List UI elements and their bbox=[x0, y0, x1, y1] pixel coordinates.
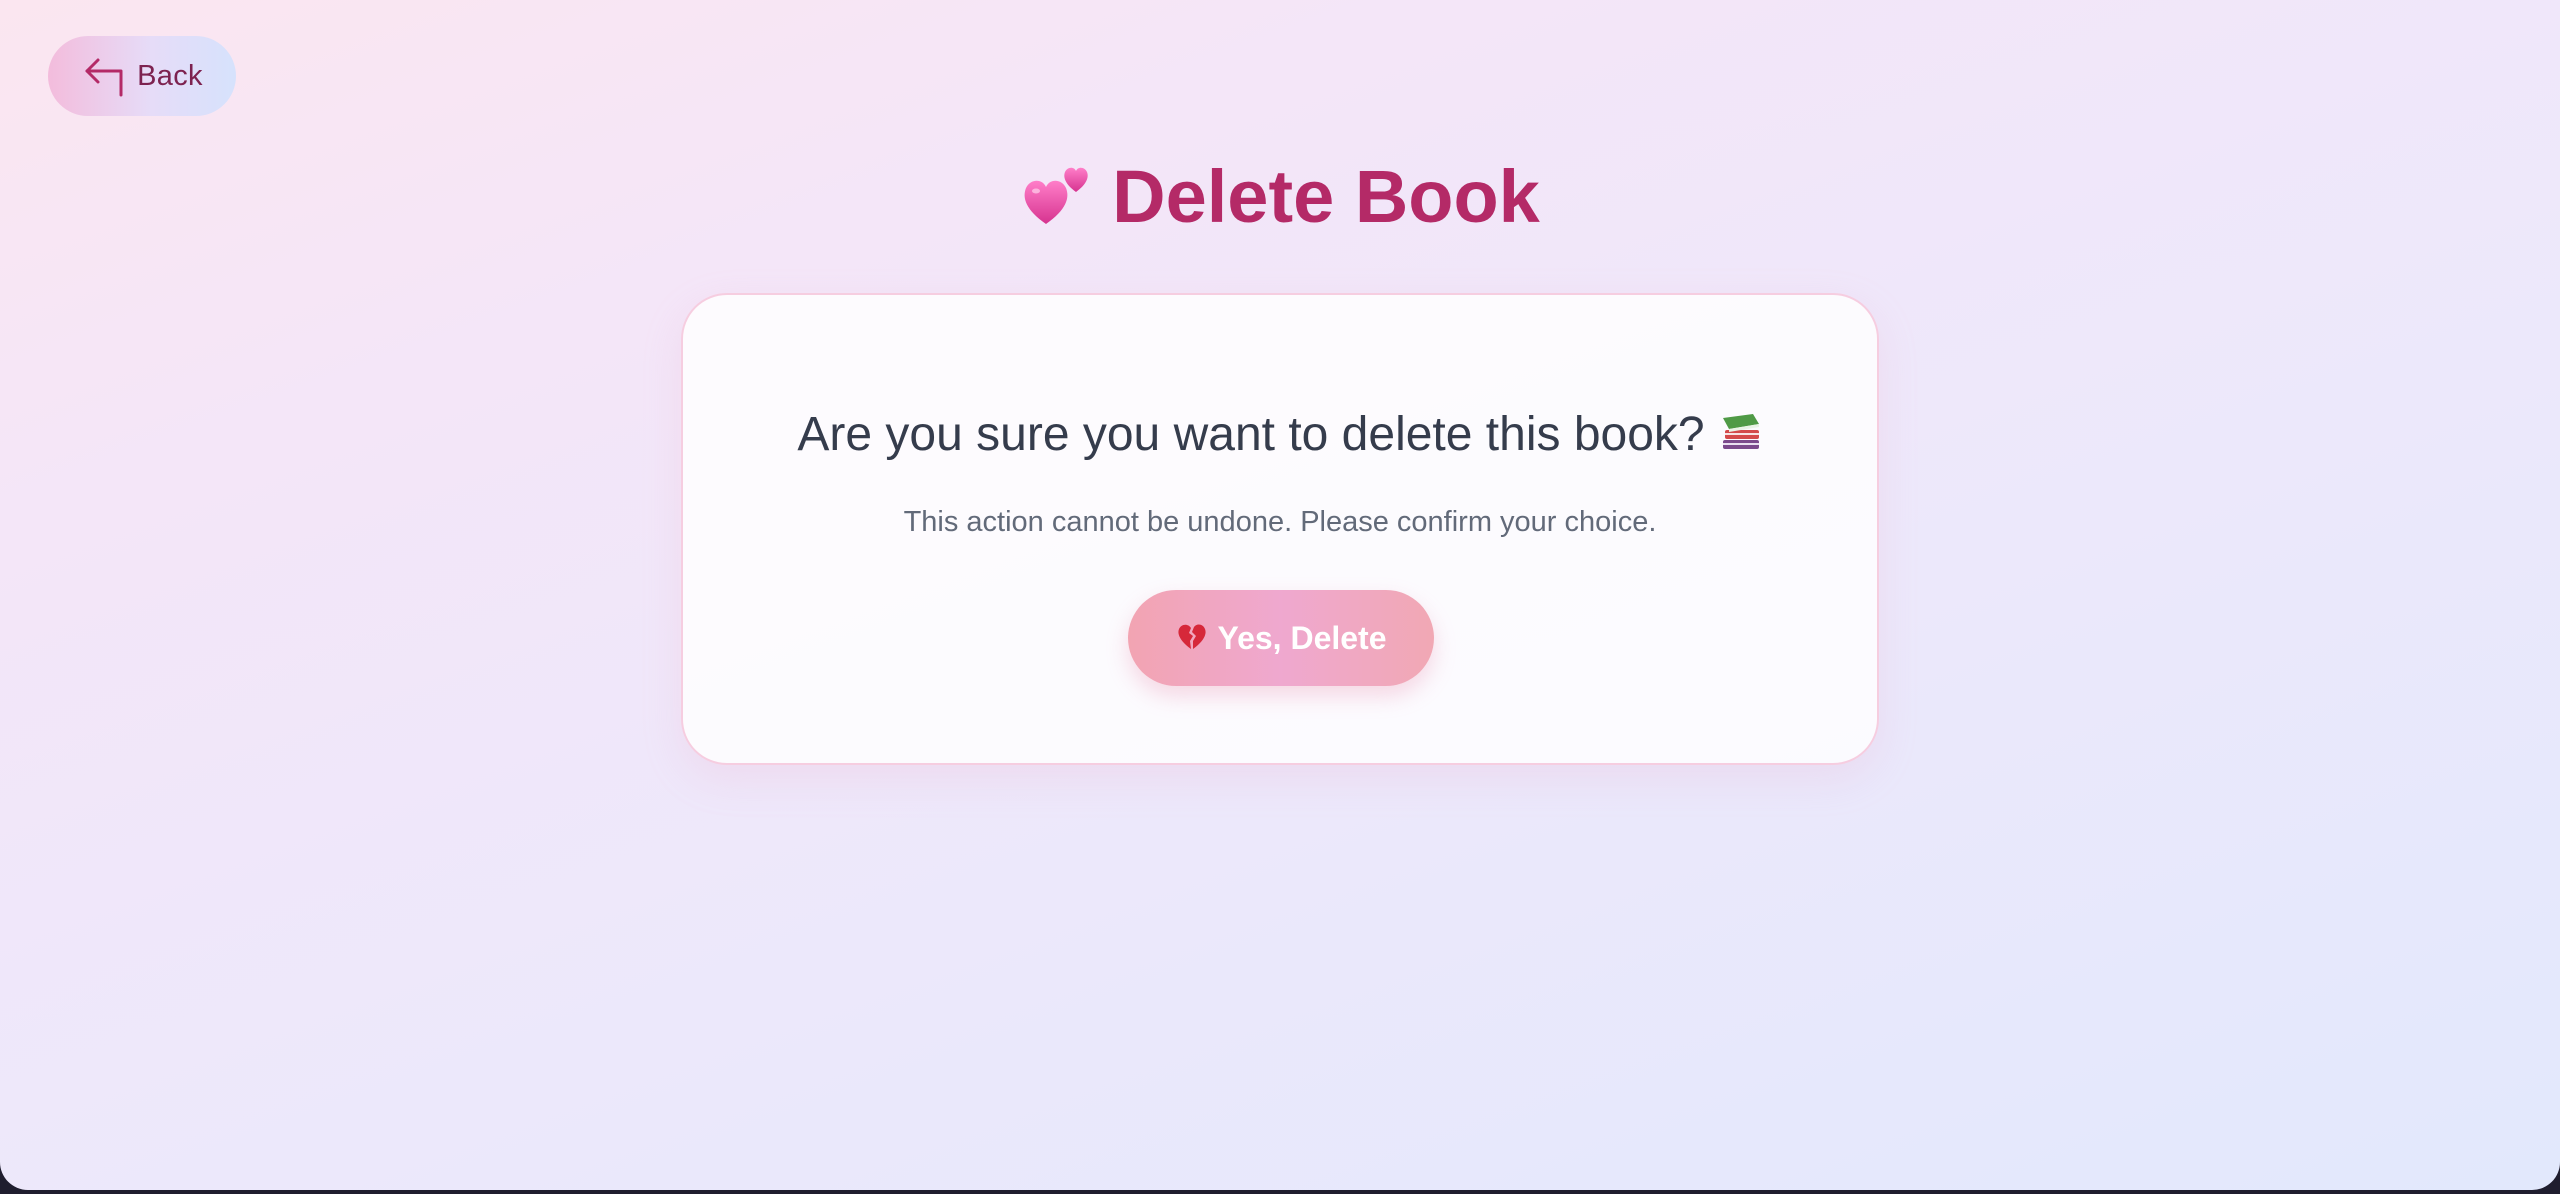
corner-up-left-icon bbox=[81, 53, 127, 99]
delete-confirm-card: Are you sure you want to delete this boo… bbox=[681, 293, 1879, 765]
page-title-text: Delete Book bbox=[1112, 154, 1540, 238]
confirm-question: Are you sure you want to delete this boo… bbox=[683, 407, 1877, 462]
confirm-delete-label: Yes, Delete bbox=[1217, 619, 1387, 656]
confirm-delete-button[interactable]: Yes, Delete bbox=[1128, 590, 1434, 686]
back-button[interactable]: Back bbox=[48, 36, 236, 116]
broken-heart-icon bbox=[1176, 621, 1208, 656]
confirm-question-text: Are you sure you want to delete this boo… bbox=[797, 408, 1705, 461]
books-icon bbox=[1719, 410, 1763, 459]
back-label: Back bbox=[137, 59, 203, 92]
two-hearts-icon bbox=[1020, 158, 1094, 235]
app-window: Back Delete Book Are you sure you want t… bbox=[0, 0, 2560, 1190]
confirm-subtext: This action cannot be undone. Please con… bbox=[903, 506, 1657, 538]
page-title: Delete Book bbox=[0, 158, 2560, 235]
